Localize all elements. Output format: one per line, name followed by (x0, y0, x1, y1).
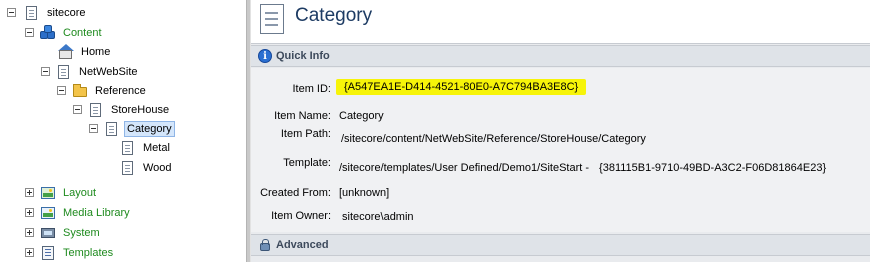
expand-toggle-layout[interactable] (25, 188, 34, 197)
tree-item-label: StoreHouse (111, 104, 170, 116)
tree-item-media-library[interactable]: Media Library (40, 204, 133, 222)
quick-info-body: Item ID: {A547EA1E-D414-4521-80E0-A7C794… (251, 68, 870, 232)
tree-item-label: Home (81, 46, 111, 58)
document-icon (56, 64, 72, 80)
tree-item-sitecore[interactable]: sitecore (24, 4, 89, 22)
tree-item-label: System (63, 227, 100, 239)
document-icon (120, 140, 136, 156)
tree-item-reference[interactable]: Reference (72, 82, 149, 100)
item-owner-value: sitecore\admin (342, 211, 414, 223)
collapse-toggle-reference[interactable] (57, 86, 66, 95)
field-label: Item Owner: (271, 210, 331, 222)
tree-item-label: Media Library (63, 207, 130, 219)
section-title: Advanced (276, 239, 329, 251)
expand-toggle-system[interactable] (25, 228, 34, 237)
section-title: Quick Info (276, 50, 330, 62)
tree-item-home[interactable]: Home (58, 43, 113, 61)
field-label: Item Path: (280, 128, 331, 140)
media-library-icon (40, 205, 56, 221)
collapse-toggle-content[interactable] (25, 28, 34, 37)
tree-item-storehouse[interactable]: StoreHouse (88, 101, 172, 119)
editor-header: Category (251, 0, 870, 44)
template-id: {381115B1-9710-49BD-A3C2-F06D81864E23} (599, 162, 827, 174)
field-label: Created From: (260, 187, 331, 199)
document-icon (88, 102, 104, 118)
tree-item-layout[interactable]: Layout (40, 184, 99, 202)
layout-icon (40, 185, 56, 201)
tree-item-label: Reference (95, 85, 146, 97)
templates-icon (40, 245, 56, 261)
tree-item-category[interactable]: Category (104, 120, 175, 138)
quick-info-section-header[interactable]: i Quick Info (251, 45, 870, 67)
document-icon (104, 121, 120, 137)
tree-item-templates[interactable]: Templates (40, 244, 116, 262)
tree-item-label: Templates (63, 247, 114, 259)
field-label: Template: (283, 157, 331, 169)
collapse-toggle-category[interactable] (89, 124, 98, 133)
field-label: Item ID: (292, 83, 331, 95)
collapse-toggle-storehouse[interactable] (73, 105, 82, 114)
item-id-value[interactable]: {A547EA1E-D414-4521-80E0-A7C794BA3E8C} (336, 79, 587, 95)
tree-item-content[interactable]: Content (40, 24, 105, 42)
template-path: /sitecore/templates/User Defined/Demo1/S… (339, 162, 590, 174)
system-icon (40, 225, 56, 241)
tree-item-metal[interactable]: Metal (120, 139, 173, 157)
tree-item-label: Wood (143, 162, 172, 174)
folder-icon (72, 83, 88, 99)
tree-item-system[interactable]: System (40, 224, 103, 242)
advanced-section-header[interactable]: Advanced (251, 234, 870, 256)
tree-item-wood[interactable]: Wood (120, 159, 175, 177)
item-editor-panel: Category i Quick Info Item ID: {A547EA1E… (251, 0, 870, 262)
created-from-value: [unknown] (339, 187, 390, 199)
home-icon (58, 44, 74, 60)
info-icon: i (258, 49, 272, 63)
collapse-toggle-sitecore[interactable] (7, 8, 16, 17)
lock-icon (258, 238, 272, 252)
document-icon (24, 5, 40, 21)
tree-item-netwebsite[interactable]: NetWebSite (56, 63, 141, 81)
collapse-toggle-netwebsite[interactable] (41, 67, 50, 76)
document-icon (120, 160, 136, 176)
document-icon (260, 4, 284, 34)
page-title: Category (295, 5, 373, 26)
tree-item-label: Content (63, 27, 102, 39)
content-cubes-icon (40, 25, 56, 41)
tree-item-label: NetWebSite (79, 66, 138, 78)
tree-item-label: Metal (143, 142, 170, 154)
expand-toggle-templates[interactable] (25, 248, 34, 257)
item-path-value[interactable]: /sitecore/content/NetWebSite/Reference/S… (341, 133, 646, 145)
item-name-value: Category (339, 110, 384, 122)
tree-item-label: Layout (63, 187, 97, 199)
template-value[interactable]: /sitecore/templates/User Defined/Demo1/S… (339, 162, 826, 174)
content-tree: sitecore Content Home NetWebSite Referen… (0, 0, 246, 262)
tree-item-label: sitecore (47, 7, 86, 19)
tree-item-label-selected: Category (124, 121, 175, 137)
expand-toggle-media-library[interactable] (25, 208, 34, 217)
field-label: Item Name: (274, 110, 331, 122)
